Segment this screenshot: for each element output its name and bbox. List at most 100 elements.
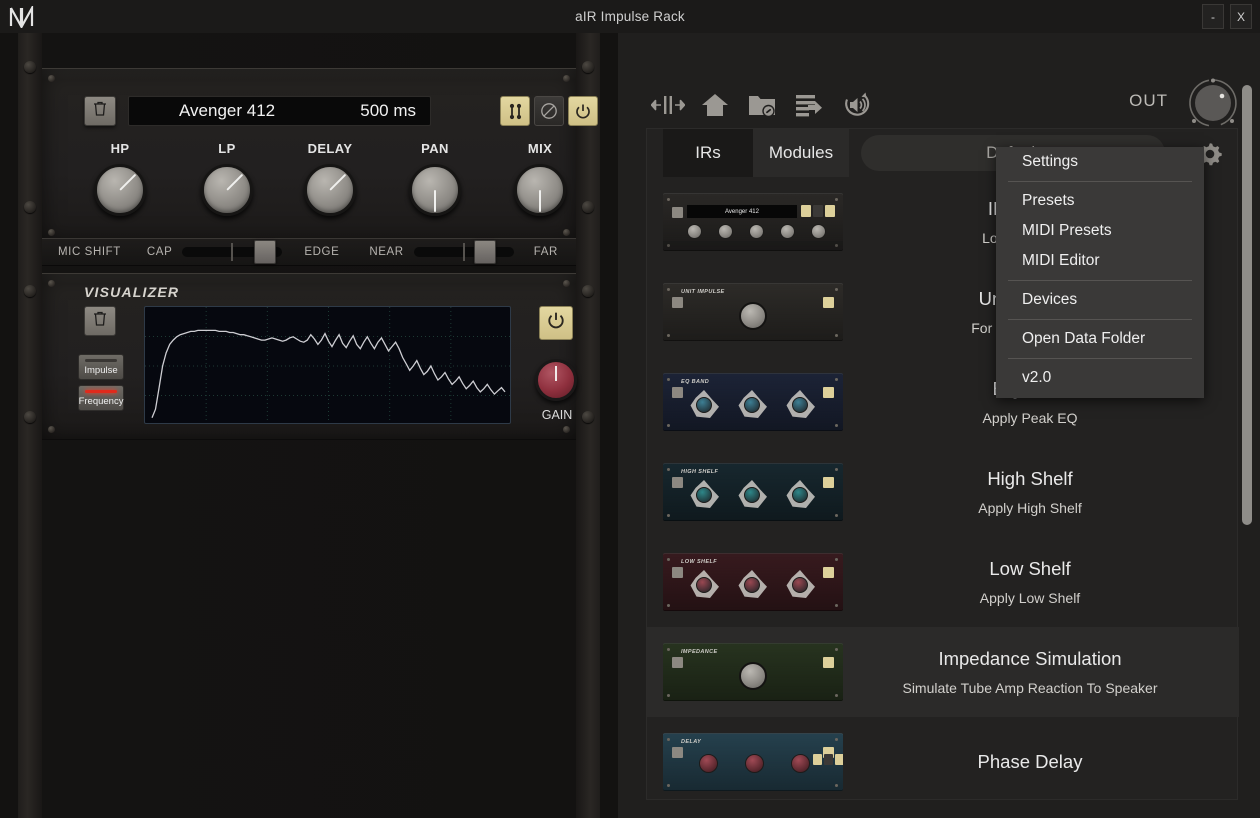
delay-knob[interactable]: DELAY bbox=[295, 141, 365, 216]
frequency-mode-label: Frequency bbox=[78, 396, 124, 407]
output-knob[interactable] bbox=[1186, 76, 1240, 130]
lp-knob[interactable]: LP bbox=[192, 141, 262, 216]
screw-icon bbox=[667, 378, 670, 381]
folder-link-icon[interactable] bbox=[740, 85, 784, 125]
screw-icon bbox=[835, 558, 838, 561]
screw-icon bbox=[835, 424, 838, 427]
mic-shift-cap-edge-slider[interactable] bbox=[182, 240, 283, 264]
output-label: OUT bbox=[1129, 91, 1168, 110]
trash-icon bbox=[672, 567, 683, 578]
screw-icon bbox=[835, 378, 838, 381]
stereo-bars-icon[interactable] bbox=[500, 96, 530, 126]
module-thumbnail-knob bbox=[696, 487, 712, 503]
resize-width-icon[interactable] bbox=[646, 85, 690, 125]
power-icon bbox=[823, 657, 834, 668]
module-subtitle: Simulate Tube Amp Reaction To Speaker bbox=[902, 680, 1158, 696]
mic-shift-near-far-slider[interactable] bbox=[413, 240, 514, 264]
mix-knob[interactable]: MIX bbox=[505, 141, 575, 216]
phase-null-icon[interactable] bbox=[534, 96, 564, 126]
rack-chassis: Avenger 412 500 ms HP LP DELAY PAN MIX M… bbox=[18, 33, 600, 818]
module-thumbnail-knob bbox=[739, 662, 767, 690]
screw-icon bbox=[835, 334, 838, 337]
settings-dropdown-menu[interactable]: Settings Presets MIDI Presets MIDI Editor De… bbox=[996, 147, 1204, 398]
module-title: High Shelf bbox=[987, 468, 1073, 489]
visualizer-mode-frequency-button[interactable]: Frequency bbox=[78, 385, 124, 411]
screw-icon bbox=[667, 334, 670, 337]
screw-icon bbox=[667, 514, 670, 517]
module-thumbnail-label: DELAY bbox=[681, 739, 702, 745]
menu-separator bbox=[1008, 319, 1192, 320]
module-thumbnail-display: Avenger 412 bbox=[687, 205, 797, 218]
tab-modules[interactable]: Modules bbox=[753, 129, 849, 177]
close-button[interactable]: X bbox=[1230, 4, 1252, 29]
minimize-button[interactable]: - bbox=[1202, 4, 1224, 29]
module-thumbnail: UNIT IMPULSE bbox=[663, 283, 843, 341]
module-thumbnail-knob bbox=[780, 224, 795, 239]
module-thumbnail-knob bbox=[699, 754, 718, 773]
hp-knob[interactable]: HP bbox=[85, 141, 155, 216]
module-list-item[interactable]: DELAY Phase Delay bbox=[647, 717, 1239, 801]
lp-knob-label: LP bbox=[218, 141, 236, 156]
screw-icon bbox=[835, 604, 838, 607]
screw-icon bbox=[835, 738, 838, 741]
home-icon[interactable] bbox=[693, 85, 737, 125]
module-thumbnail-knob bbox=[745, 754, 764, 773]
frequency-response-chart[interactable] bbox=[144, 306, 511, 424]
mic-shift-strip: MIC SHIFT CAP EDGE NEAR FAR bbox=[42, 238, 576, 266]
screw-icon bbox=[835, 198, 838, 201]
tab-irs[interactable]: IRs bbox=[663, 129, 753, 177]
menu-item-v2-0[interactable]: v2.0 bbox=[996, 363, 1204, 393]
ir-name-display[interactable]: Avenger 412 500 ms bbox=[128, 96, 431, 126]
screw-icon bbox=[667, 288, 670, 291]
pan-knob-label: PAN bbox=[421, 141, 449, 156]
screw-icon bbox=[667, 198, 670, 201]
module-thumbnail: IMPEDANCE bbox=[663, 643, 843, 701]
ir-delete-button[interactable] bbox=[84, 96, 116, 126]
module-list-item[interactable]: IMPEDANCE Impedance Simulation Simulate Tu… bbox=[647, 627, 1239, 717]
power-icon bbox=[823, 567, 834, 578]
module-thumbnail-knob bbox=[744, 577, 760, 593]
module-list-scrollbar-thumb[interactable] bbox=[1242, 85, 1252, 525]
module-title: Low Shelf bbox=[989, 558, 1071, 579]
module-list-item[interactable]: LOW SHELF Low Shelf Apply Low Shelf bbox=[647, 537, 1239, 627]
visualizer-power-button[interactable] bbox=[539, 306, 573, 340]
visualizer-mode-impulse-button[interactable]: Impulse bbox=[78, 354, 124, 380]
menu-separator bbox=[1008, 358, 1192, 359]
power-icon[interactable] bbox=[568, 96, 598, 126]
module-thumbnail-knob bbox=[792, 577, 808, 593]
window-title: aIR Impulse Rack bbox=[575, 9, 685, 24]
menu-item-presets[interactable]: Presets bbox=[996, 186, 1204, 216]
near-label: NEAR bbox=[369, 246, 404, 258]
menu-item-midi-presets[interactable]: MIDI Presets bbox=[996, 216, 1204, 246]
module-thumbnail-knob bbox=[811, 224, 826, 239]
menu-item-settings[interactable]: Settings bbox=[996, 147, 1204, 177]
visualizer-delete-button[interactable] bbox=[84, 306, 116, 336]
module-thumbnail-button bbox=[801, 205, 811, 217]
trash-icon bbox=[93, 311, 107, 332]
trash-icon bbox=[93, 101, 107, 122]
power-icon bbox=[823, 477, 834, 488]
menu-item-devices[interactable]: Devices bbox=[996, 285, 1204, 315]
visualizer-gain-label: GAIN bbox=[541, 408, 573, 422]
module-text-block: Impedance Simulation Simulate Tube Amp Re… bbox=[843, 648, 1239, 696]
left-panel-scrollbar[interactable] bbox=[601, 66, 614, 818]
trash-icon bbox=[672, 387, 683, 398]
impulse-mode-label: Impulse bbox=[84, 365, 118, 376]
module-thumbnail-button bbox=[824, 754, 833, 765]
visualizer-module-panel: VISUALIZER Impulse Frequency GAIN bbox=[42, 273, 577, 440]
screw-icon bbox=[835, 784, 838, 787]
menu-item-open-data-folder[interactable]: Open Data Folder bbox=[996, 324, 1204, 354]
screw-icon bbox=[835, 468, 838, 471]
pan-knob[interactable]: PAN bbox=[400, 141, 470, 216]
menu-item-midi-editor[interactable]: MIDI Editor bbox=[996, 246, 1204, 276]
screw-icon bbox=[835, 288, 838, 291]
module-list-item[interactable]: HIGH SHELF High Shelf Apply High Shelf bbox=[647, 447, 1239, 537]
hp-knob-label: HP bbox=[110, 141, 130, 156]
module-title: Impedance Simulation bbox=[938, 648, 1122, 669]
toolbar: OUT bbox=[618, 33, 1260, 127]
screw-icon bbox=[835, 648, 838, 651]
list-export-icon[interactable] bbox=[787, 85, 831, 125]
visualizer-gain-knob[interactable] bbox=[535, 359, 577, 401]
module-thumbnail-label: HIGH SHELF bbox=[681, 469, 719, 475]
speaker-refresh-icon[interactable] bbox=[834, 85, 878, 125]
